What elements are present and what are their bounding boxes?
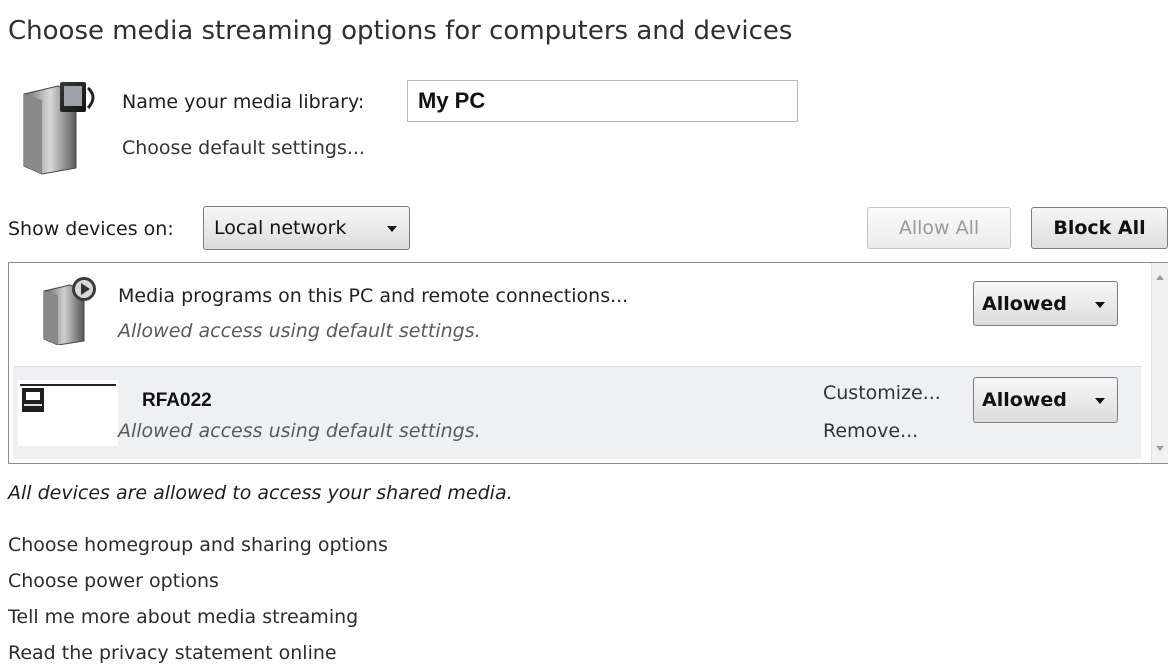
- media-streaming-help-link[interactable]: Tell me more about media streaming: [8, 606, 358, 628]
- remove-link[interactable]: Remove...: [823, 420, 918, 442]
- device-icon: [18, 384, 118, 440]
- library-name-label: Name your media library:: [122, 91, 365, 113]
- device-list-scrollbar[interactable]: [1151, 263, 1168, 463]
- device-access-value: Allowed: [982, 389, 1067, 411]
- chevron-down-icon: [1095, 301, 1105, 308]
- scroll-up-icon[interactable]: [1156, 275, 1164, 280]
- scroll-down-icon[interactable]: [1156, 446, 1164, 451]
- customize-link[interactable]: Customize...: [823, 382, 941, 404]
- chevron-down-icon: [1095, 398, 1105, 404]
- device-thumbnail: [18, 380, 118, 446]
- device-access-select[interactable]: Allowed: [973, 377, 1118, 423]
- media-player-icon: [43, 277, 96, 345]
- homegroup-link[interactable]: Choose homegroup and sharing options: [8, 534, 388, 556]
- page-title: Choose media streaming options for compu…: [8, 16, 793, 46]
- network-select[interactable]: Local network: [203, 206, 410, 250]
- device-status: Allowed access using default settings.: [118, 420, 481, 442]
- default-settings-link[interactable]: Choose default settings...: [122, 137, 365, 159]
- device-access-value: Allowed: [982, 292, 1067, 315]
- block-all-button[interactable]: Block All: [1031, 207, 1168, 249]
- network-select-value: Local network: [214, 217, 347, 239]
- status-message: All devices are allowed to access your s…: [8, 482, 513, 504]
- device-status: Allowed access using default settings.: [118, 320, 481, 342]
- power-options-link[interactable]: Choose power options: [8, 570, 219, 592]
- device-name: RFA022: [142, 390, 212, 411]
- device-name: Media programs on this PC and remote con…: [118, 285, 629, 307]
- device-access-select[interactable]: Allowed: [973, 281, 1118, 326]
- show-devices-label: Show devices on:: [8, 218, 174, 240]
- chevron-down-icon: [387, 226, 397, 232]
- device-row-selected[interactable]: [13, 366, 1141, 459]
- library-name-input[interactable]: [407, 80, 798, 122]
- privacy-statement-link[interactable]: Read the privacy statement online: [8, 642, 337, 664]
- allow-all-button[interactable]: Allow All: [867, 207, 1011, 249]
- media-library-icon: [23, 82, 95, 175]
